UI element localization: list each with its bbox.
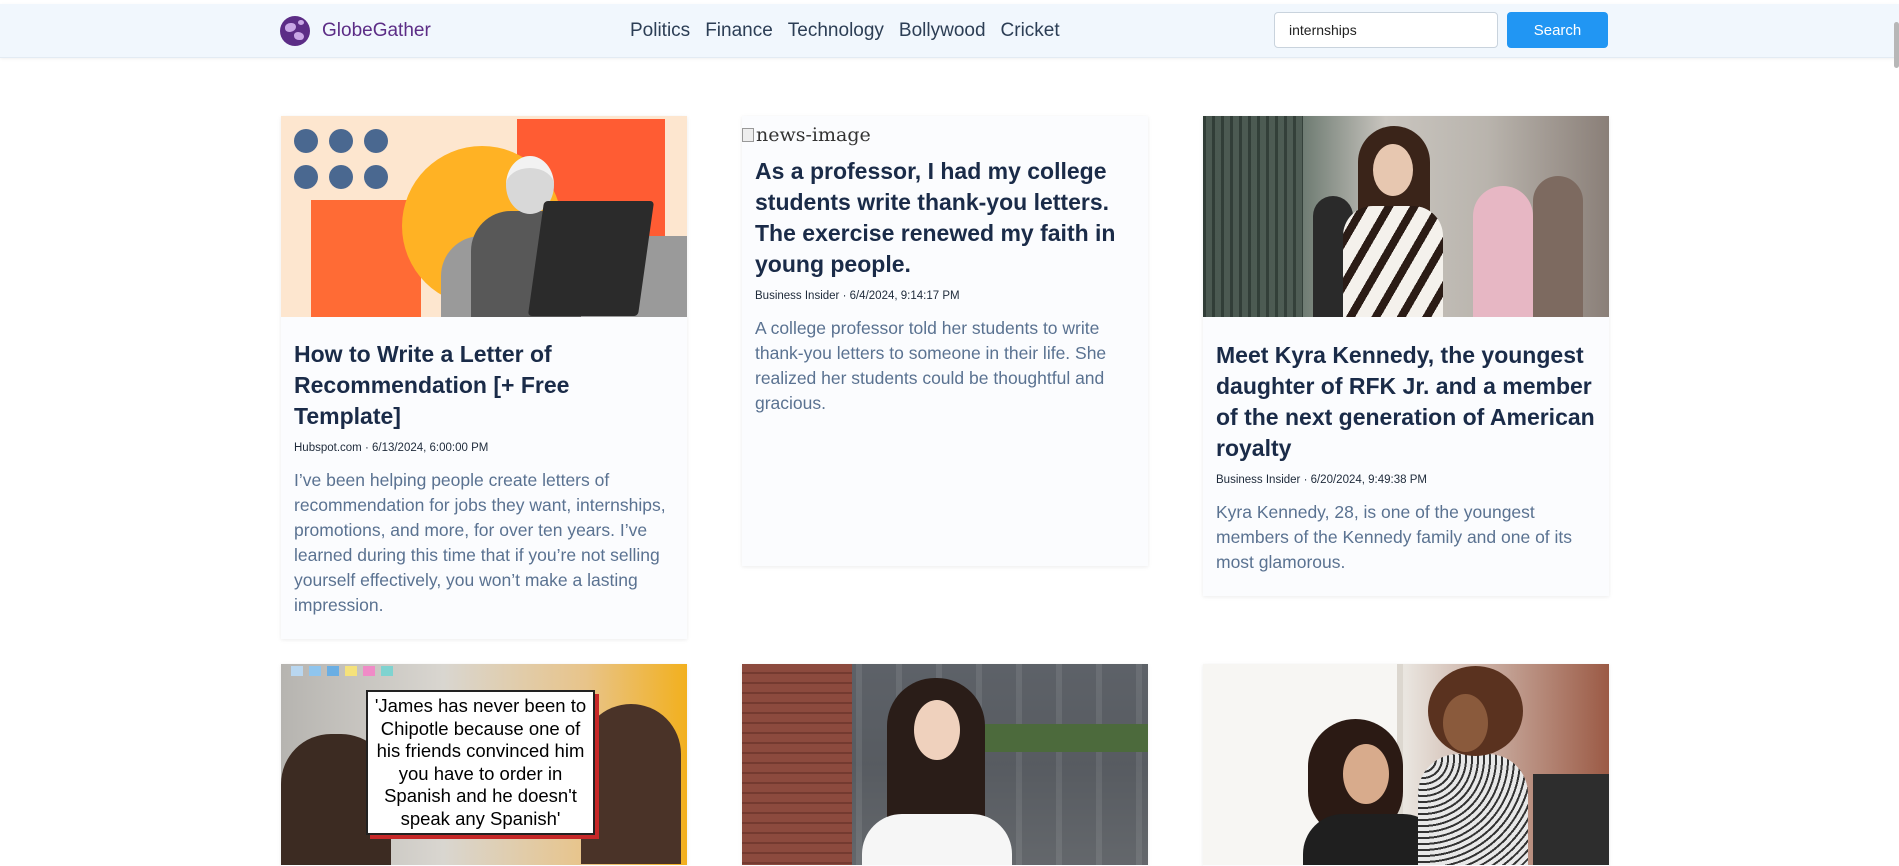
navbar: GlobeGather Politics Finance Technology … — [0, 4, 1899, 58]
news-card[interactable] — [1203, 664, 1609, 866]
news-image: 'James has never been to Chipotle becaus… — [281, 664, 687, 865]
article-meta: Business Insider · 6/4/2024, 9:14:17 PM — [755, 290, 960, 302]
news-card[interactable] — [742, 664, 1148, 866]
image-caption: 'James has never been to Chipotle becaus… — [366, 690, 595, 835]
article-description: A college professor told her students to… — [755, 318, 1107, 413]
nav-link-bollywood[interactable]: Bollywood — [899, 20, 986, 42]
search-button[interactable]: Search — [1507, 12, 1608, 48]
broken-image-icon — [742, 128, 754, 142]
news-image — [1203, 116, 1609, 317]
news-card[interactable]: news-image As a professor, I had my coll… — [742, 116, 1148, 566]
news-card[interactable]: How to Write a Letter of Recommendation … — [281, 116, 687, 639]
scrollbar-thumb[interactable] — [1894, 22, 1899, 68]
article-title[interactable]: Meet Kyra Kennedy, the youngest daughter… — [1216, 340, 1596, 464]
article-title[interactable]: As a professor, I had my college student… — [755, 156, 1135, 280]
globe-logo-icon — [280, 16, 310, 46]
article-description: I’ve been helping people create letters … — [294, 470, 666, 615]
brand-name: GlobeGather — [322, 20, 431, 41]
nav-links: Politics Finance Technology Bollywood Cr… — [630, 20, 1075, 42]
article-meta: Business Insider · 6/20/2024, 9:49:38 PM — [1216, 474, 1427, 486]
nav-link-finance[interactable]: Finance — [705, 20, 773, 42]
news-image — [281, 116, 687, 317]
brand-link[interactable]: GlobeGather — [280, 15, 431, 47]
image-alt-text: news-image — [756, 124, 871, 146]
news-image — [1203, 664, 1609, 865]
nav-link-politics[interactable]: Politics — [630, 20, 690, 42]
search-input[interactable] — [1274, 12, 1498, 48]
page-scrollbar[interactable] — [1893, 0, 1899, 866]
nav-link-technology[interactable]: Technology — [788, 20, 884, 42]
article-description: Kyra Kennedy, 28, is one of the youngest… — [1216, 502, 1573, 572]
news-card[interactable]: Meet Kyra Kennedy, the youngest daughter… — [1203, 116, 1609, 596]
nav-link-cricket[interactable]: Cricket — [1001, 20, 1060, 42]
news-image — [742, 664, 1148, 865]
broken-image: news-image — [742, 116, 1148, 152]
news-card[interactable]: 'James has never been to Chipotle becaus… — [281, 664, 687, 866]
article-title[interactable]: How to Write a Letter of Recommendation … — [294, 339, 674, 432]
article-meta: Hubspot.com · 6/13/2024, 6:00:00 PM — [294, 442, 489, 454]
